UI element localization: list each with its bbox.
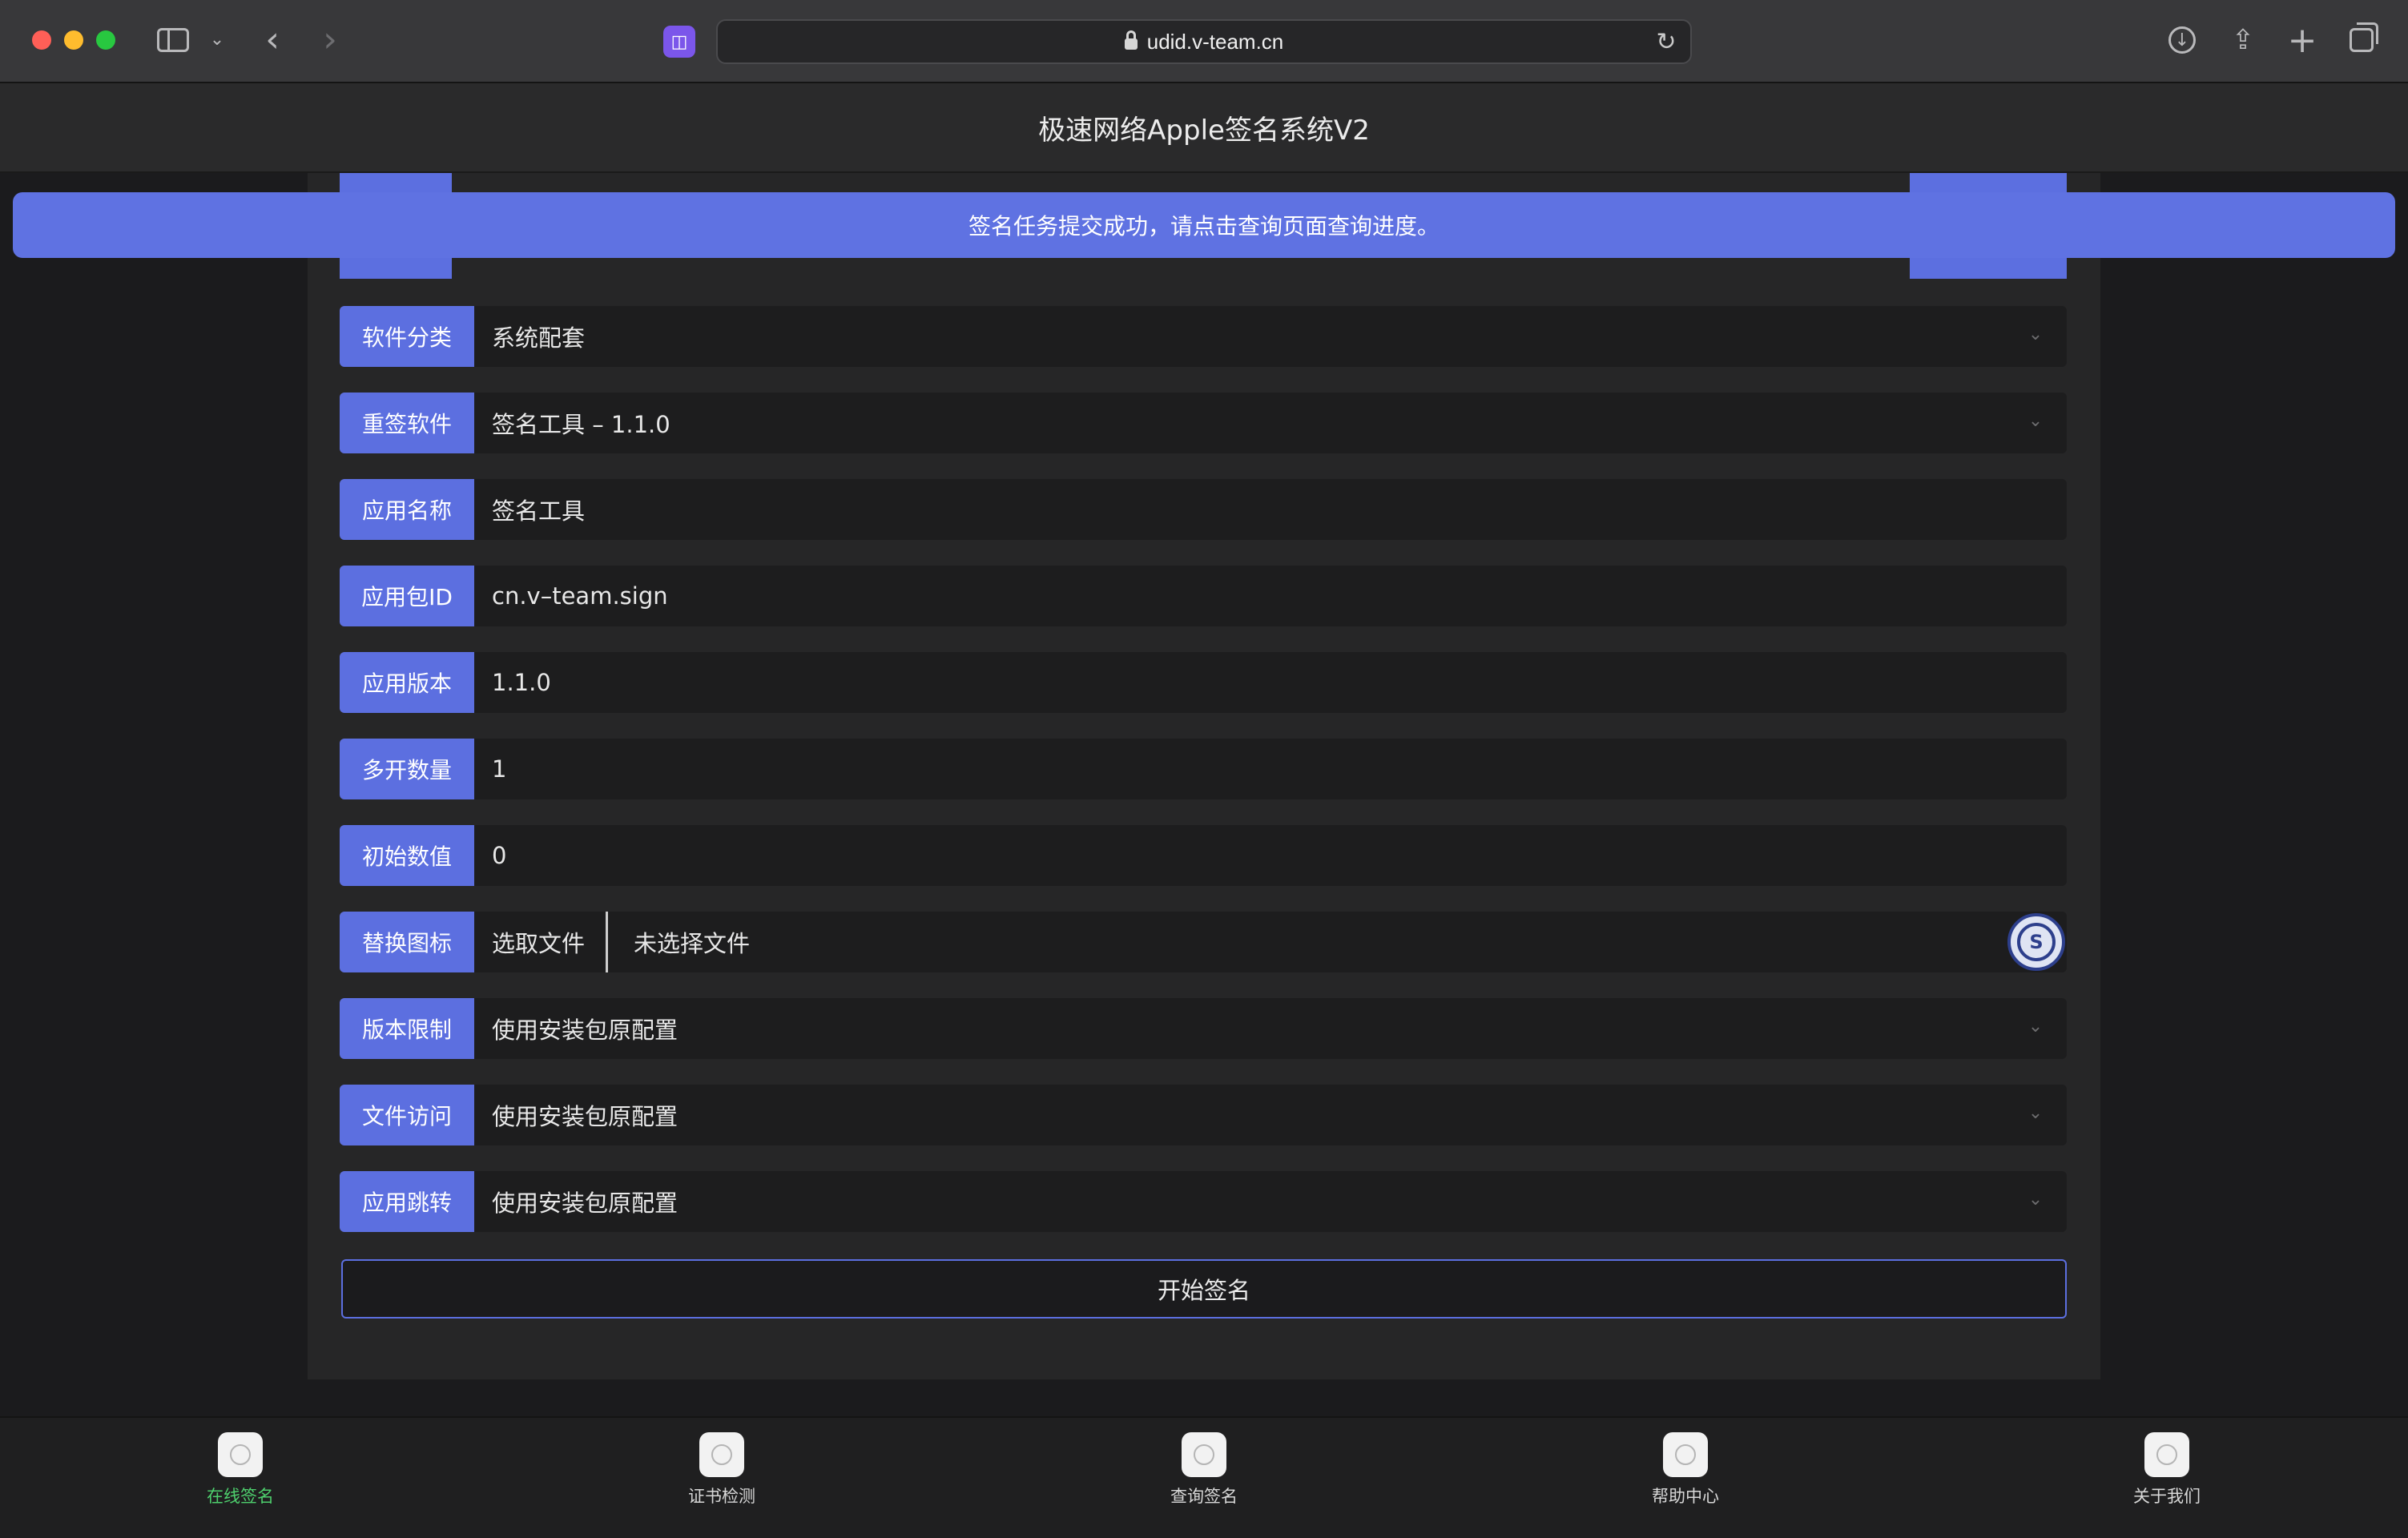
- file-status: 未选择文件: [634, 930, 751, 957]
- chevron-down-icon: ⌄: [2027, 1189, 2044, 1210]
- form-row-bundle-id[interactable]: 应用包ID cn.v–team.sign: [340, 566, 2067, 626]
- initial-value-input[interactable]: 0: [474, 825, 2067, 886]
- input-value: 0: [492, 842, 507, 869]
- tab-icon: [1182, 1432, 1226, 1477]
- success-toast: 签名任务提交成功，请点击查询页面查询进度。: [13, 192, 2395, 258]
- tab-query-sign[interactable]: 查询签名: [1108, 1432, 1300, 1528]
- form-label: 替换图标: [340, 912, 474, 972]
- plus-icon[interactable]: +: [2285, 20, 2320, 61]
- input-value: 1.1.0: [492, 669, 551, 696]
- form-label: 文件访问: [340, 1085, 474, 1145]
- hidden-row-button[interactable]: [1910, 258, 2067, 279]
- form-label: 多开数量: [340, 739, 474, 799]
- page-title: 极速网络Apple签名系统V2: [1038, 114, 1370, 147]
- form-label: 重签软件: [340, 393, 474, 453]
- chevron-right-icon[interactable]: ›: [314, 22, 346, 58]
- form-row-version[interactable]: 应用版本 1.1.0: [340, 652, 2067, 713]
- zoom-window-button[interactable]: [96, 30, 115, 50]
- close-window-button[interactable]: [32, 30, 51, 50]
- app-icon-preview: S: [2007, 913, 2065, 971]
- hidden-row-button[interactable]: [1910, 173, 2067, 192]
- chevron-down-icon: ⌄: [2027, 324, 2044, 344]
- form-label: 应用版本: [340, 652, 474, 713]
- form-row-version-limit[interactable]: 版本限制 使用安装包原配置 ⌄: [340, 998, 2067, 1059]
- lock-icon: [1124, 30, 1138, 50]
- tab-icon: [1663, 1432, 1708, 1477]
- toast-message: 签名任务提交成功，请点击查询页面查询进度。: [968, 213, 1440, 240]
- start-sign-button[interactable]: 开始签名: [341, 1259, 2067, 1319]
- select-value: 使用安装包原配置: [492, 1017, 679, 1044]
- form-row-app-jump[interactable]: 应用跳转 使用安装包原配置 ⌄: [340, 1171, 2067, 1232]
- icon-file-input[interactable]: 选取文件 未选择文件 S: [474, 912, 2067, 972]
- extension-icon[interactable]: ◫: [663, 26, 695, 58]
- select-value: 签名工具 – 1.1.0: [492, 411, 670, 438]
- file-access-select[interactable]: 使用安装包原配置 ⌄: [474, 1085, 2067, 1145]
- form-label: 版本限制: [340, 998, 474, 1059]
- site-header: 极速网络Apple签名系统V2: [0, 83, 2408, 173]
- url-text: udid.v-team.cn: [1146, 29, 1284, 54]
- tab-label: 帮助中心: [1652, 1487, 1719, 1506]
- form-row-icon[interactable]: 替换图标 选取文件 未选择文件 S: [340, 912, 2067, 972]
- input-value: 1: [492, 755, 507, 783]
- chevron-left-icon[interactable]: ‹: [256, 22, 288, 58]
- select-value: 使用安装包原配置: [492, 1103, 679, 1130]
- reload-icon[interactable]: ↻: [1653, 28, 1679, 56]
- select-value: 使用安装包原配置: [492, 1190, 679, 1217]
- download-icon[interactable]: ↓: [2164, 22, 2200, 58]
- tab-about-us[interactable]: 关于我们: [2071, 1432, 2263, 1528]
- form-row-app-name[interactable]: 应用名称 签名工具: [340, 479, 2067, 540]
- version-input[interactable]: 1.1.0: [474, 652, 2067, 713]
- tab-icon: [699, 1432, 744, 1477]
- input-value: 签名工具: [492, 497, 586, 525]
- form-row-file-access[interactable]: 文件访问 使用安装包原配置 ⌄: [340, 1085, 2067, 1145]
- tab-icon: [2144, 1432, 2189, 1477]
- tab-online-sign[interactable]: 在线签名: [144, 1432, 336, 1528]
- hidden-row-label: [340, 258, 452, 279]
- instances-input[interactable]: 1: [474, 739, 2067, 799]
- app-jump-select[interactable]: 使用安装包原配置 ⌄: [474, 1171, 2067, 1232]
- form-label: 应用包ID: [340, 566, 474, 626]
- app-name-input[interactable]: 签名工具: [474, 479, 2067, 540]
- chevron-down-icon: ⌄: [2027, 1016, 2044, 1037]
- sidebar-icon[interactable]: [155, 22, 191, 58]
- select-value: 系统配套: [492, 324, 586, 352]
- version-limit-select[interactable]: 使用安装包原配置 ⌄: [474, 998, 2067, 1059]
- chevron-down-icon: ⌄: [2027, 410, 2044, 431]
- tab-label: 证书检测: [688, 1487, 755, 1506]
- tab-cert-check[interactable]: 证书检测: [626, 1432, 818, 1528]
- category-select[interactable]: 系统配套 ⌄: [474, 306, 2067, 367]
- form-row-instances[interactable]: 多开数量 1: [340, 739, 2067, 799]
- chevron-down-icon[interactable]: ⌄: [205, 22, 229, 58]
- bottom-tab-bar: 在线签名 证书检测 查询签名 帮助中心 关于我们: [0, 1416, 2408, 1538]
- browser-toolbar: ⌄ ‹ › ◫ udid.v-team.cn ↻ ↓ ⇪ +: [0, 0, 2408, 83]
- tab-icon: [218, 1432, 263, 1477]
- software-select[interactable]: 签名工具 – 1.1.0 ⌄: [474, 393, 2067, 453]
- minimize-window-button[interactable]: [64, 30, 83, 50]
- form-label: 初始数值: [340, 825, 474, 886]
- chevron-down-icon: ⌄: [2027, 1102, 2044, 1123]
- form-label: 应用跳转: [340, 1171, 474, 1232]
- form-row-category[interactable]: 软件分类 系统配套 ⌄: [340, 306, 2067, 367]
- form-row-software[interactable]: 重签软件 签名工具 – 1.1.0 ⌄: [340, 393, 2067, 453]
- tab-label: 查询签名: [1170, 1487, 1238, 1506]
- form-label: 应用名称: [340, 479, 474, 540]
- hidden-row-label: [340, 173, 452, 192]
- choose-file-button[interactable]: 选取文件: [492, 912, 609, 972]
- share-icon[interactable]: ⇪: [2225, 22, 2261, 58]
- tab-label: 在线签名: [207, 1487, 274, 1506]
- input-value: cn.v–team.sign: [492, 582, 668, 610]
- bundle-id-input[interactable]: cn.v–team.sign: [474, 566, 2067, 626]
- tab-label: 关于我们: [2133, 1487, 2201, 1506]
- tab-help-center[interactable]: 帮助中心: [1589, 1432, 1782, 1528]
- form-row-initial-value[interactable]: 初始数值 0: [340, 825, 2067, 886]
- tab-overview-icon[interactable]: [2344, 22, 2379, 58]
- address-bar[interactable]: udid.v-team.cn ↻: [716, 19, 1692, 64]
- form-label: 软件分类: [340, 306, 474, 367]
